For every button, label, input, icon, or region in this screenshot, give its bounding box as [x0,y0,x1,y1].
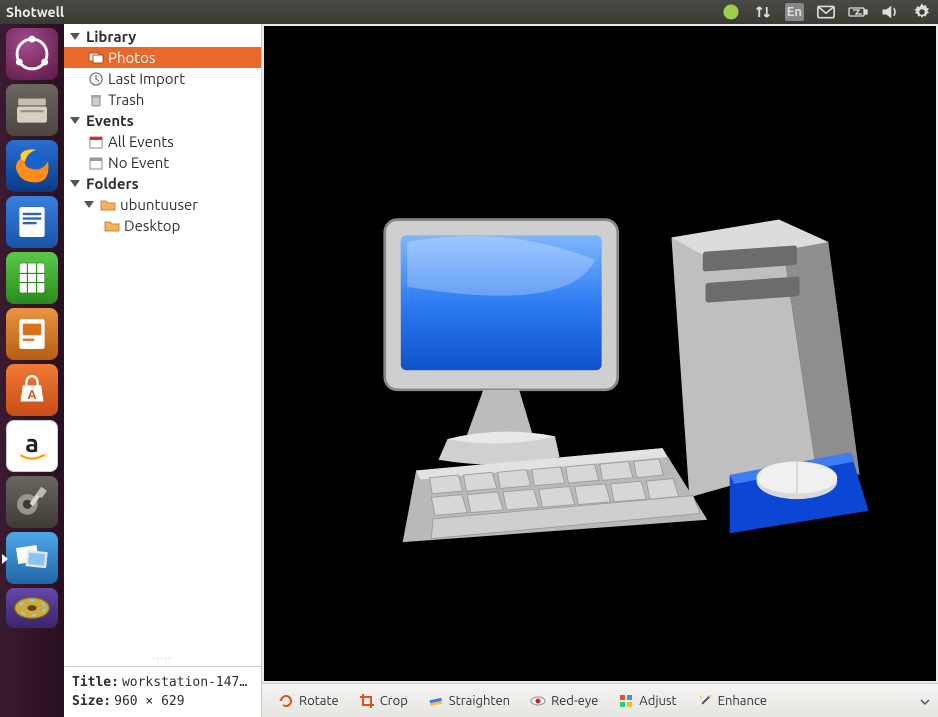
calendar-icon [88,134,104,150]
straighten-icon [428,693,444,709]
folder-icon [100,197,116,213]
rotate-button[interactable]: Rotate [270,690,347,712]
mail-icon[interactable] [816,3,836,21]
tree-no-event[interactable]: No Event [64,152,261,173]
rotate-icon [278,693,294,709]
redeye-icon [530,693,546,709]
button-label: Red-eye [551,694,598,708]
network-icon[interactable] [753,3,773,21]
pane-separator[interactable]: ····· [64,656,261,666]
photo-viewer[interactable] [264,26,936,681]
launcher-software[interactable]: A [6,364,58,416]
redeye-button[interactable]: Red-eye [522,690,606,712]
tree-folders[interactable]: Folders [64,173,261,194]
tree-item-label: Desktop [124,217,180,234]
unity-launcher: A a [0,24,64,717]
tree-item-label: ubuntuuser [120,196,198,213]
launcher-amazon[interactable]: a [6,420,58,472]
button-label: Adjust [639,694,676,708]
info-title-value: workstation-147… [122,675,247,690]
enhance-button[interactable]: Enhance [689,690,775,712]
tree-label: Events [86,112,134,129]
tree-photos[interactable]: Photos [64,47,261,68]
viewer-area: Rotate Crop Straighten Red-eye Adjust [262,24,938,717]
gear-icon[interactable] [912,3,932,21]
chevron-down-icon [70,117,80,124]
calendar-blank-icon [88,155,104,171]
top-menubar: Shotwell En [0,0,938,24]
tree-folder-user[interactable]: ubuntuuser [64,194,261,215]
button-label: Crop [380,694,408,708]
chevron-down-icon [70,180,80,187]
sidebar: Library Photos Last Import Trash Events [64,24,262,717]
enhance-icon [697,693,713,709]
launcher-calc[interactable] [6,252,58,304]
tree-label: Library [86,28,136,45]
shotwell-window: Library Photos Last Import Trash Events [64,24,938,717]
tree-all-events[interactable]: All Events [64,131,261,152]
tree-trash[interactable]: Trash [64,89,261,110]
crop-icon [359,693,375,709]
chevron-down-icon [84,201,94,208]
folder-icon [104,218,120,234]
chevron-down-icon [70,33,80,40]
tree-item-label: All Events [108,133,174,150]
bottom-toolbar: Rotate Crop Straighten Red-eye Adjust [262,683,938,717]
launcher-settings[interactable] [6,476,58,528]
launcher-disc[interactable] [6,588,58,628]
photos-icon [88,50,104,66]
tree-item-label: Trash [108,91,144,108]
launcher-writer[interactable] [6,196,58,248]
launcher-shotwell[interactable] [6,532,58,584]
sidebar-tree: Library Photos Last Import Trash Events [64,24,261,656]
crop-button[interactable]: Crop [351,690,416,712]
tree-item-label: Photos [108,49,155,66]
button-label: Enhance [718,694,767,708]
sound-icon[interactable] [880,3,900,21]
clock-icon [88,71,104,87]
button-label: Straighten [449,694,510,708]
toolbar-menu-button[interactable] [920,696,930,706]
info-title-label: Title: [72,675,119,690]
launcher-files[interactable] [6,84,58,136]
svg-text:A: A [28,388,37,402]
tree-item-label: Last Import [108,70,185,87]
indicator-area: En [721,3,932,21]
svg-text:a: a [25,428,39,457]
button-label: Rotate [299,694,339,708]
trash-icon [88,92,104,108]
messaging-icon[interactable] [721,3,741,21]
info-size-value: 960 × 629 [114,694,184,709]
tree-library[interactable]: Library [64,26,261,47]
launcher-impress[interactable] [6,308,58,360]
tree-events[interactable]: Events [64,110,261,131]
photo-workstation [331,92,869,616]
launcher-firefox[interactable] [6,140,58,192]
info-size-label: Size: [72,694,111,709]
keyboard-indicator[interactable]: En [785,3,804,21]
tree-folder-desktop[interactable]: Desktop [64,215,261,236]
adjust-button[interactable]: Adjust [610,690,684,712]
straighten-button[interactable]: Straighten [420,690,518,712]
tree-last-import[interactable]: Last Import [64,68,261,89]
tree-item-label: No Event [108,154,169,171]
tree-label: Folders [86,175,139,192]
app-title: Shotwell [6,4,64,20]
launcher-dash[interactable] [6,28,58,80]
adjust-icon [618,693,634,709]
battery-icon[interactable] [848,3,868,21]
info-panel: Title: workstation-147… Size: 960 × 629 [64,666,261,717]
